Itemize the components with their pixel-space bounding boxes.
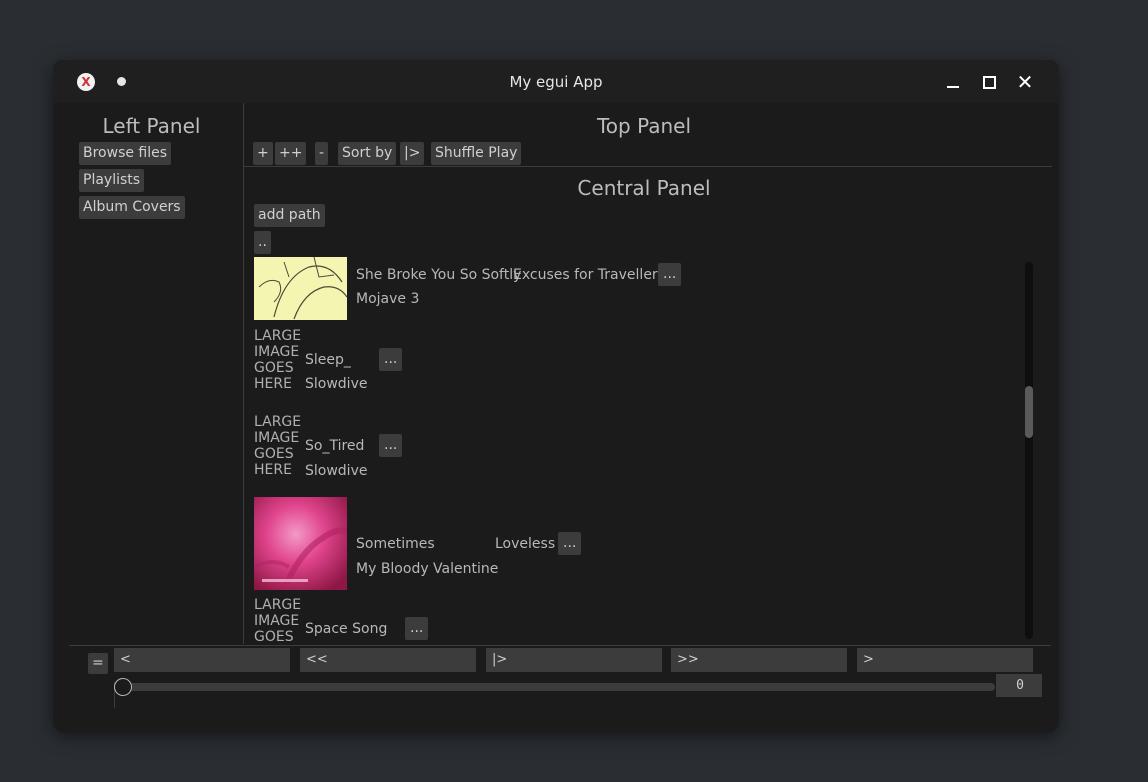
central-panel: Central Panel add path .. She Broke You … <box>244 167 1052 644</box>
close-button[interactable]: ✕ <box>1014 71 1036 93</box>
track-title: She Broke You So Softly <box>356 267 522 283</box>
remove-button[interactable]: - <box>315 142 329 165</box>
top-panel-heading: Top Panel <box>596 114 692 138</box>
menu-button[interactable]: = <box>88 653 108 674</box>
track-menu-button[interactable]: ... <box>379 348 403 371</box>
cover-art-yellow <box>254 257 347 320</box>
track-artist: Slowdive <box>305 376 368 392</box>
track-title: Sometimes <box>356 536 435 552</box>
bottom-panel: = < << |> >> > 0 <box>69 645 1051 718</box>
track-menu-button[interactable]: ... <box>558 532 582 555</box>
placeholder-line: IMAGE <box>254 613 300 629</box>
album-covers-button[interactable]: Album Covers <box>79 196 185 219</box>
track-artist: Slowdive <box>305 463 368 479</box>
placeholder-line: GOES <box>254 446 294 462</box>
cover-art-pink <box>254 497 347 590</box>
left-panel-heading: Left Panel <box>102 114 201 138</box>
next-button[interactable]: > <box>857 648 1033 672</box>
placeholder-line: HERE <box>254 462 292 478</box>
fast-forward-button[interactable]: >> <box>671 648 847 672</box>
window-content: Left Panel Browse files Playlists Album … <box>60 103 1052 717</box>
placeholder-line: LARGE <box>254 597 302 613</box>
placeholder-line: LARGE <box>254 414 302 430</box>
sort-by-button[interactable]: Sort by <box>338 142 397 165</box>
placeholder-line: IMAGE <box>254 430 300 446</box>
app-window: X My egui App ✕ Left Panel Browse files … <box>53 60 1059 732</box>
seek-slider[interactable] <box>121 683 995 691</box>
top-panel: Top Panel + ++ - Sort by |> Shuffle Play <box>244 103 1052 167</box>
playlists-button[interactable]: Playlists <box>79 169 145 192</box>
track-list[interactable]: She Broke You So Softly Excuses for Trav… <box>254 167 1014 644</box>
track-menu-button[interactable]: ... <box>379 434 403 457</box>
minimize-button[interactable] <box>942 71 964 93</box>
close-icon: ✕ <box>1016 70 1034 94</box>
placeholder-line: GOES <box>254 629 294 644</box>
left-panel: Left Panel Browse files Playlists Album … <box>60 103 244 644</box>
seek-slider-handle[interactable] <box>114 678 132 696</box>
track-menu-button[interactable]: ... <box>658 263 682 286</box>
placeholder-line: HERE <box>254 376 292 392</box>
track-album: Excuses for Travellers <box>513 267 665 283</box>
browse-files-button[interactable]: Browse files <box>79 142 172 165</box>
seek-value-field[interactable]: 0 <box>996 674 1042 697</box>
maximize-icon <box>983 76 996 89</box>
track-artist: Mojave 3 <box>356 291 420 307</box>
scrollbar-thumb[interactable] <box>1025 386 1033 438</box>
album-cover-image[interactable] <box>254 257 347 320</box>
placeholder-line: IMAGE <box>254 344 300 360</box>
cover-placeholder: LARGE IMAGE GOES HERE <box>254 328 301 392</box>
title-bar[interactable]: X My egui App ✕ <box>53 60 1059 103</box>
play-pause-button[interactable]: |> <box>486 648 662 672</box>
rewind-button[interactable]: << <box>300 648 476 672</box>
track-artist: My Bloody Valentine <box>356 561 499 577</box>
track-menu-button[interactable]: ... <box>405 617 429 640</box>
placeholder-line: GOES <box>254 360 294 376</box>
previous-button[interactable]: < <box>114 648 290 672</box>
cover-placeholder: LARGE IMAGE GOES HERE <box>254 597 301 644</box>
window-title: My egui App <box>509 73 603 91</box>
shuffle-play-button[interactable]: Shuffle Play <box>431 142 522 165</box>
play-button[interactable]: |> <box>400 142 425 165</box>
cover-placeholder: LARGE IMAGE GOES HERE <box>254 414 301 478</box>
placeholder-line: LARGE <box>254 328 302 344</box>
track-title: Space Song <box>305 621 388 637</box>
track-album: Loveless <box>495 536 556 552</box>
vertical-scrollbar[interactable] <box>1025 262 1033 639</box>
minimize-icon <box>947 86 959 88</box>
track-title: Sleep_ <box>305 352 351 368</box>
album-cover-image[interactable] <box>254 497 347 590</box>
maximize-button[interactable] <box>978 71 1000 93</box>
add-button[interactable]: + <box>253 142 273 165</box>
add-all-button[interactable]: ++ <box>275 142 307 165</box>
track-title: So_Tired <box>305 438 365 454</box>
